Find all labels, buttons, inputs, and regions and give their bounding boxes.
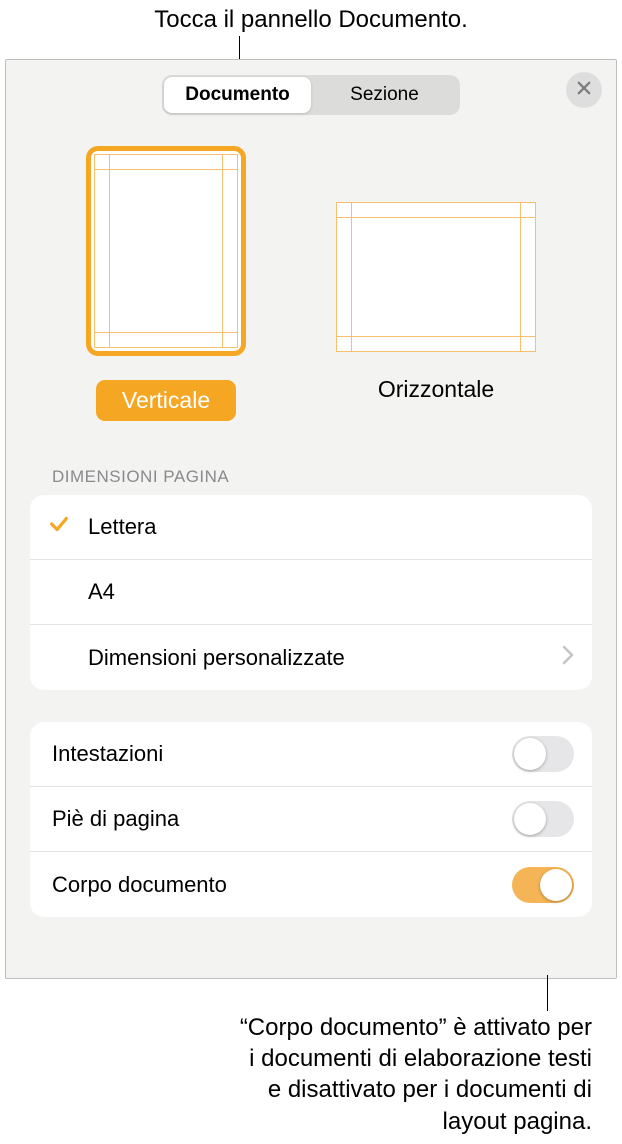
tab-sezione[interactable]: Sezione: [311, 77, 458, 113]
page-size-custom[interactable]: Dimensioni personalizzate: [30, 625, 592, 690]
orientation-landscape[interactable]: Orizzontale: [336, 146, 536, 421]
setting-headers-label: Intestazioni: [52, 741, 512, 767]
tab-sezione-label: Sezione: [350, 84, 419, 106]
setting-headers: Intestazioni: [30, 722, 592, 787]
page-size-title: DIMENSIONI PAGINA: [52, 467, 616, 487]
page-size-letter[interactable]: Lettera: [30, 495, 592, 560]
setting-headers-toggle[interactable]: [512, 736, 574, 772]
callout-bottom-text: “Corpo documento” è attivato per i docum…: [0, 1012, 592, 1137]
close-button[interactable]: [566, 72, 602, 108]
page-size-letter-label: Lettera: [88, 514, 574, 540]
page-size-a4[interactable]: A4: [30, 560, 592, 625]
orientation-selector: Verticale Orizzontale: [6, 146, 616, 421]
check-icon: [48, 513, 70, 541]
page-size-list: Lettera A4 Dimensioni personalizzate: [30, 495, 592, 690]
callout-bottom-l3: e disattivato per i documenti di: [0, 1074, 592, 1105]
tab-segment-control: Documento Sezione: [162, 75, 460, 115]
callout-top-line: [239, 36, 240, 59]
document-panel: Documento Sezione Verticale: [5, 59, 617, 979]
tab-documento[interactable]: Documento: [164, 77, 311, 113]
tab-documento-label: Documento: [185, 84, 290, 106]
panel-header: Documento Sezione: [6, 60, 616, 120]
document-settings-list: Intestazioni Piè di pagina Corpo documen…: [30, 722, 592, 917]
landscape-preview: [336, 202, 536, 352]
callout-bottom-l1: “Corpo documento” è attivato per: [0, 1012, 592, 1043]
setting-footers: Piè di pagina: [30, 787, 592, 852]
setting-body-label: Corpo documento: [52, 872, 512, 898]
setting-footers-label: Piè di pagina: [52, 806, 512, 832]
setting-body-toggle[interactable]: [512, 867, 574, 903]
orientation-portrait[interactable]: Verticale: [86, 146, 246, 421]
chevron-right-icon: [562, 645, 574, 671]
portrait-preview: [86, 146, 246, 356]
setting-body: Corpo documento: [30, 852, 592, 917]
page-size-a4-label: A4: [30, 579, 574, 605]
callout-bottom-l4: layout pagina.: [0, 1106, 592, 1137]
page-size-custom-label: Dimensioni personalizzate: [30, 645, 562, 671]
setting-footers-toggle[interactable]: [512, 801, 574, 837]
close-icon: [575, 79, 593, 102]
callout-bottom-l2: i documenti di elaborazione testi: [0, 1043, 592, 1074]
callout-bottom-line: [547, 975, 548, 1011]
landscape-label: Orizzontale: [378, 376, 494, 403]
portrait-label: Verticale: [96, 380, 236, 421]
callout-top-text: Tocca il pannello Documento.: [0, 0, 622, 34]
